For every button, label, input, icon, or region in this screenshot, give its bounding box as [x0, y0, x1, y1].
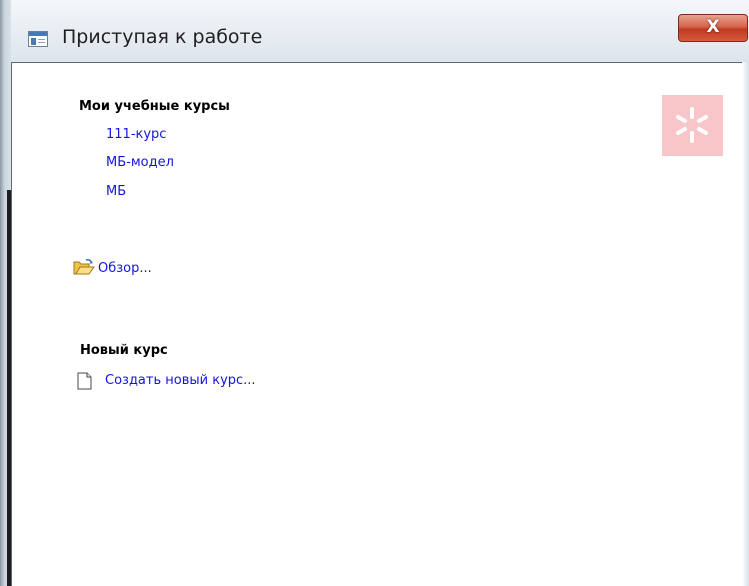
my-courses-heading: Мои учебные курсы — [79, 99, 230, 114]
window-title: Приступая к работе — [62, 26, 263, 48]
course-link-111[interactable]: 111-курс — [106, 127, 166, 142]
new-document-icon[interactable] — [77, 372, 93, 394]
browse-link[interactable]: Обзор... — [98, 261, 152, 276]
course-link-mb-model[interactable]: МБ-модел — [106, 155, 174, 170]
getting-started-window: Приступая к работе X Мои учебные курсы 1… — [0, 0, 749, 586]
create-new-course-link[interactable]: Создать новый курс... — [105, 373, 256, 388]
title-bar[interactable]: Приступая к работе X — [11, 0, 749, 62]
window-right-edge — [742, 62, 749, 586]
app-window-icon — [28, 31, 48, 47]
app-logo-icon — [662, 95, 723, 156]
open-folder-icon[interactable] — [73, 258, 95, 280]
close-button[interactable]: X — [678, 14, 748, 42]
new-course-heading: Новый курс — [80, 343, 168, 358]
course-link-mb[interactable]: МБ — [106, 184, 126, 199]
